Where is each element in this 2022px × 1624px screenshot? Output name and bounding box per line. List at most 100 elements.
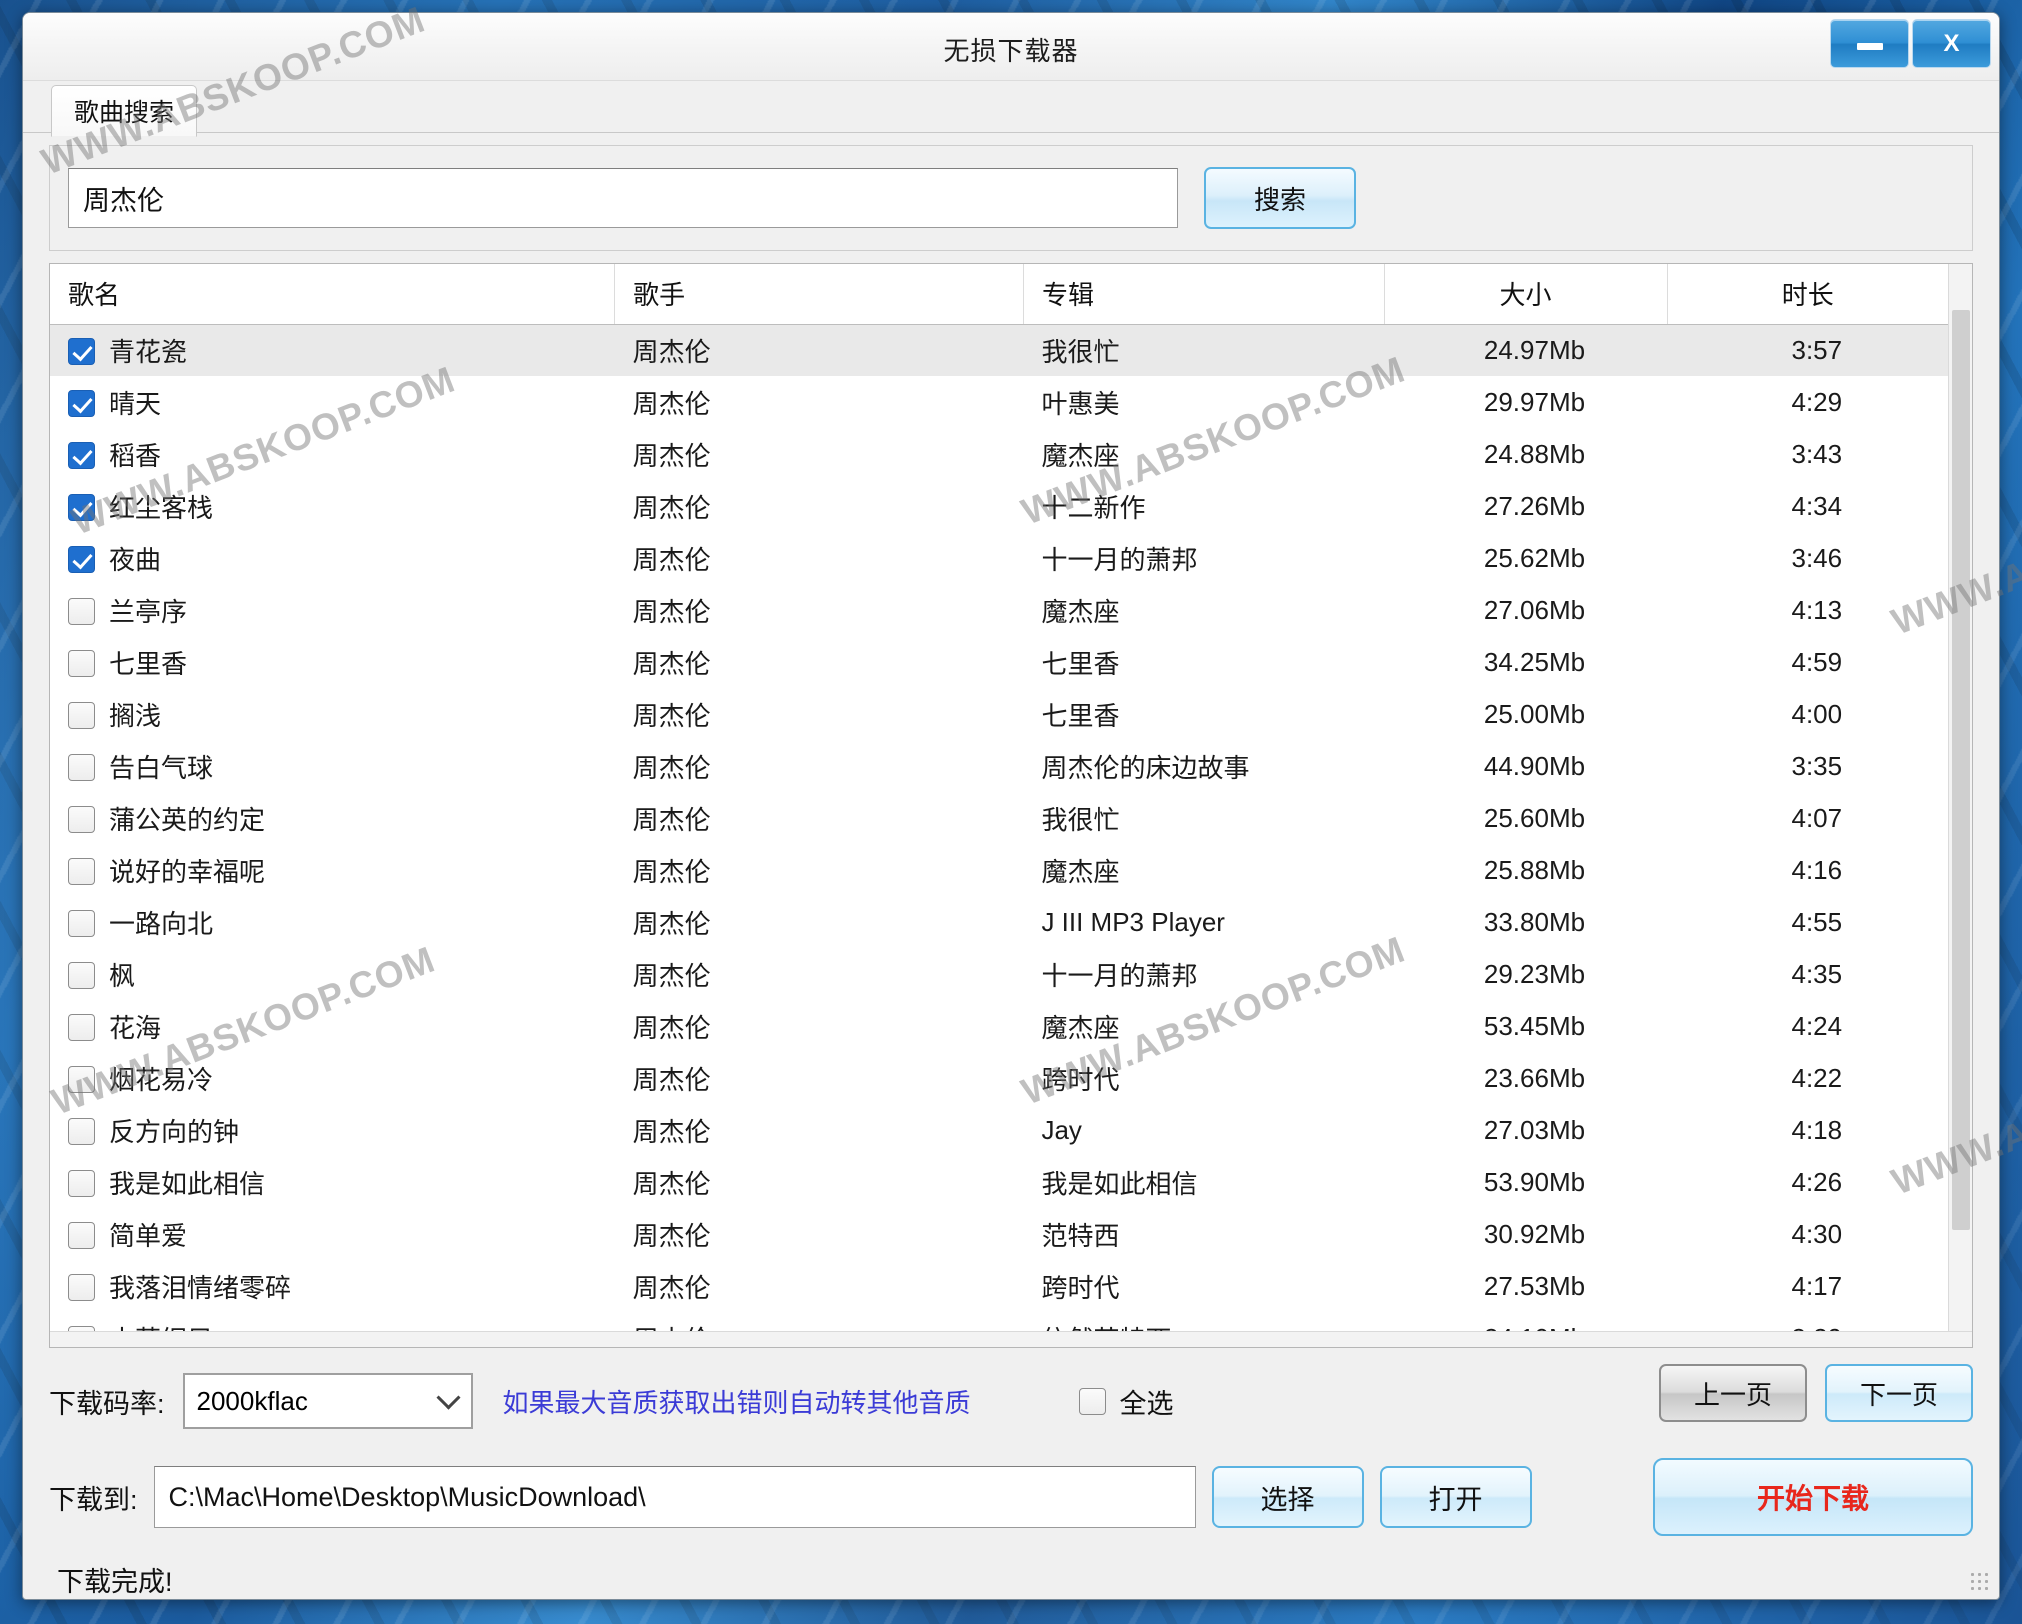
song-size-cell: 27.06Mb [1483, 594, 1586, 625]
song-artist-cell: 周杰伦 [632, 388, 711, 419]
checkbox-icon[interactable] [68, 1221, 95, 1249]
tab-song-search[interactable]: 歌曲搜索 [51, 85, 198, 137]
table-row[interactable]: 七里香 周杰伦 七里香 34.25Mb 4:59 [50, 636, 1950, 688]
song-size-cell: 25.60Mb [1483, 802, 1586, 833]
song-artist-cell: 周杰伦 [632, 440, 711, 471]
checkbox-icon[interactable] [68, 1065, 95, 1093]
song-duration-cell: 3:46 [1791, 542, 1843, 573]
checkbox-icon[interactable] [68, 909, 95, 937]
column-header-album[interactable]: 专辑 [1023, 264, 1386, 325]
title-bar: 无损下载器 X [23, 13, 1999, 81]
song-name-cell: 说好的幸福呢 [50, 844, 615, 896]
table-row[interactable]: 搁浅 周杰伦 七里香 25.00Mb 4:00 [50, 688, 1950, 740]
tab-strip: 歌曲搜索 [23, 81, 1999, 137]
checkbox-icon[interactable] [68, 753, 95, 781]
search-button[interactable]: 搜索 [1204, 167, 1356, 229]
open-folder-button[interactable]: 打开 [1379, 1466, 1532, 1528]
song-album-cell: 我是如此相信 [1041, 1168, 1198, 1199]
table-row[interactable]: 反方向的钟 周杰伦 Jay 27.03Mb 4:18 [50, 1104, 1950, 1156]
table-row[interactable]: 枫 周杰伦 十一月的萧邦 29.23Mb 4:35 [50, 948, 1950, 1000]
column-header-name[interactable]: 歌名 [50, 264, 616, 325]
results-table: 歌名 歌手 专辑 大小 时长 青花瓷 周杰伦 我很忙 24.97Mb 3:57 晴天 周杰伦… [50, 264, 1951, 1347]
song-name-cell: 告白气球 [50, 740, 615, 792]
table-row[interactable]: 晴天 周杰伦 叶惠美 29.97Mb 4:29 [50, 376, 1950, 428]
song-name-label: 枫 [109, 960, 136, 991]
choose-folder-button[interactable]: 选择 [1211, 1466, 1364, 1528]
bitrate-select[interactable]: 2000kflac [182, 1373, 473, 1429]
checkbox-icon[interactable] [68, 1117, 95, 1145]
song-duration-cell: 3:35 [1791, 750, 1843, 781]
song-artist-cell: 周杰伦 [632, 1064, 711, 1095]
checkbox-icon[interactable] [68, 1273, 95, 1301]
table-row[interactable]: 兰亭序 周杰伦 魔杰座 27.06Mb 4:13 [50, 584, 1950, 636]
checkbox-icon[interactable] [68, 1013, 95, 1041]
table-row[interactable]: 稻香 周杰伦 魔杰座 24.88Mb 3:43 [50, 428, 1950, 480]
song-artist-cell: 周杰伦 [632, 960, 711, 991]
scrollbar-thumb[interactable] [1952, 310, 1970, 1230]
window-title: 无损下载器 [943, 36, 1079, 66]
table-row[interactable]: 告白气球 周杰伦 周杰伦的床边故事 44.90Mb 3:35 [50, 740, 1950, 792]
table-row[interactable]: 说好的幸福呢 周杰伦 魔杰座 25.88Mb 4:16 [50, 844, 1950, 896]
column-header-size[interactable]: 大小 [1384, 264, 1668, 325]
table-row[interactable]: 我落泪情绪零碎 周杰伦 跨时代 27.53Mb 4:17 [50, 1260, 1950, 1312]
window-controls: X [1830, 19, 1991, 68]
song-name-cell: 晴天 [50, 376, 615, 428]
song-name-cell: 七里香 [50, 636, 615, 688]
checkbox-checked-icon[interactable] [68, 441, 95, 469]
prev-page-button[interactable]: 上一页 [1659, 1364, 1807, 1422]
song-duration-cell: 4:59 [1791, 646, 1843, 677]
checkbox-icon[interactable] [68, 597, 95, 625]
song-artist-cell: 周杰伦 [632, 856, 711, 887]
table-row[interactable]: 简单爱 周杰伦 范特西 30.92Mb 4:30 [50, 1208, 1950, 1260]
checkbox-icon[interactable] [68, 701, 95, 729]
song-album-cell: 我很忙 [1023, 324, 1385, 376]
checkbox-icon[interactable] [68, 857, 95, 885]
checkbox-checked-icon[interactable] [68, 493, 95, 521]
song-size-cell: 24.88Mb [1483, 438, 1586, 469]
table-vertical-scrollbar[interactable] [1948, 264, 1972, 1347]
select-all-checkbox[interactable]: 全选 [1078, 1382, 1174, 1421]
table-row[interactable]: 蒲公英的约定 周杰伦 我很忙 25.60Mb 4:07 [50, 792, 1950, 844]
song-duration-cell: 4:07 [1791, 802, 1843, 833]
song-album-cell: 范特西 [1041, 1220, 1120, 1251]
song-size-cell: 25.00Mb [1483, 698, 1586, 729]
song-artist-cell: 周杰伦 [632, 596, 711, 627]
column-header-artist[interactable]: 歌手 [614, 264, 1024, 325]
table-horizontal-scrollbar[interactable] [50, 1331, 1972, 1347]
table-row[interactable]: 烟花易冷 周杰伦 跨时代 23.66Mb 4:22 [50, 1052, 1950, 1104]
checkbox-icon[interactable] [68, 1169, 95, 1197]
search-input[interactable]: 周杰伦 [68, 168, 1178, 228]
table-row[interactable]: 花海 周杰伦 魔杰座 53.45Mb 4:24 [50, 1000, 1950, 1052]
song-artist-cell: 周杰伦 [632, 648, 711, 679]
song-duration-cell: 4:26 [1791, 1166, 1843, 1197]
table-header-row: 歌名 歌手 专辑 大小 时长 [50, 264, 1951, 325]
song-name-label: 我是如此相信 [109, 1168, 266, 1199]
minimize-button[interactable] [1830, 19, 1909, 68]
table-row[interactable]: 红尘客栈 周杰伦 十二新作 27.26Mb 4:34 [50, 480, 1950, 532]
table-row[interactable]: 一路向北 周杰伦 J III MP3 Player 33.80Mb 4:55 [50, 896, 1950, 948]
select-all-box-icon [1078, 1387, 1106, 1415]
checkbox-checked-icon[interactable] [68, 389, 95, 417]
song-size-cell: 29.23Mb [1483, 958, 1586, 989]
checkbox-checked-icon[interactable] [68, 337, 95, 365]
checkbox-icon[interactable] [68, 805, 95, 833]
close-button[interactable]: X [1912, 19, 1991, 68]
next-page-button[interactable]: 下一页 [1825, 1364, 1973, 1422]
resize-grip[interactable] [1969, 1571, 1991, 1593]
song-duration-cell: 4:16 [1791, 854, 1843, 885]
song-size-cell: 29.97Mb [1483, 386, 1586, 417]
checkbox-icon[interactable] [68, 961, 95, 989]
minimize-icon [1856, 43, 1883, 50]
table-row[interactable]: 我是如此相信 周杰伦 我是如此相信 53.90Mb 4:26 [50, 1156, 1950, 1208]
checkbox-checked-icon[interactable] [68, 545, 95, 573]
checkbox-icon[interactable] [68, 649, 95, 677]
song-size-cell: 34.25Mb [1483, 646, 1586, 677]
song-size-cell: 25.88Mb [1483, 854, 1586, 885]
table-row[interactable]: 青花瓷 周杰伦 我很忙 24.97Mb 3:57 [50, 324, 1950, 376]
table-row[interactable]: 夜曲 周杰伦 十一月的萧邦 25.62Mb 3:46 [50, 532, 1950, 584]
column-header-duration[interactable]: 时长 [1667, 264, 1951, 325]
start-download-button[interactable]: 开始下载 [1653, 1458, 1973, 1536]
download-path-input[interactable]: C:\Mac\Home\Desktop\MusicDownload\ [153, 1466, 1196, 1528]
select-all-label: 全选 [1119, 1388, 1174, 1419]
song-name-label: 青花瓷 [109, 336, 188, 367]
